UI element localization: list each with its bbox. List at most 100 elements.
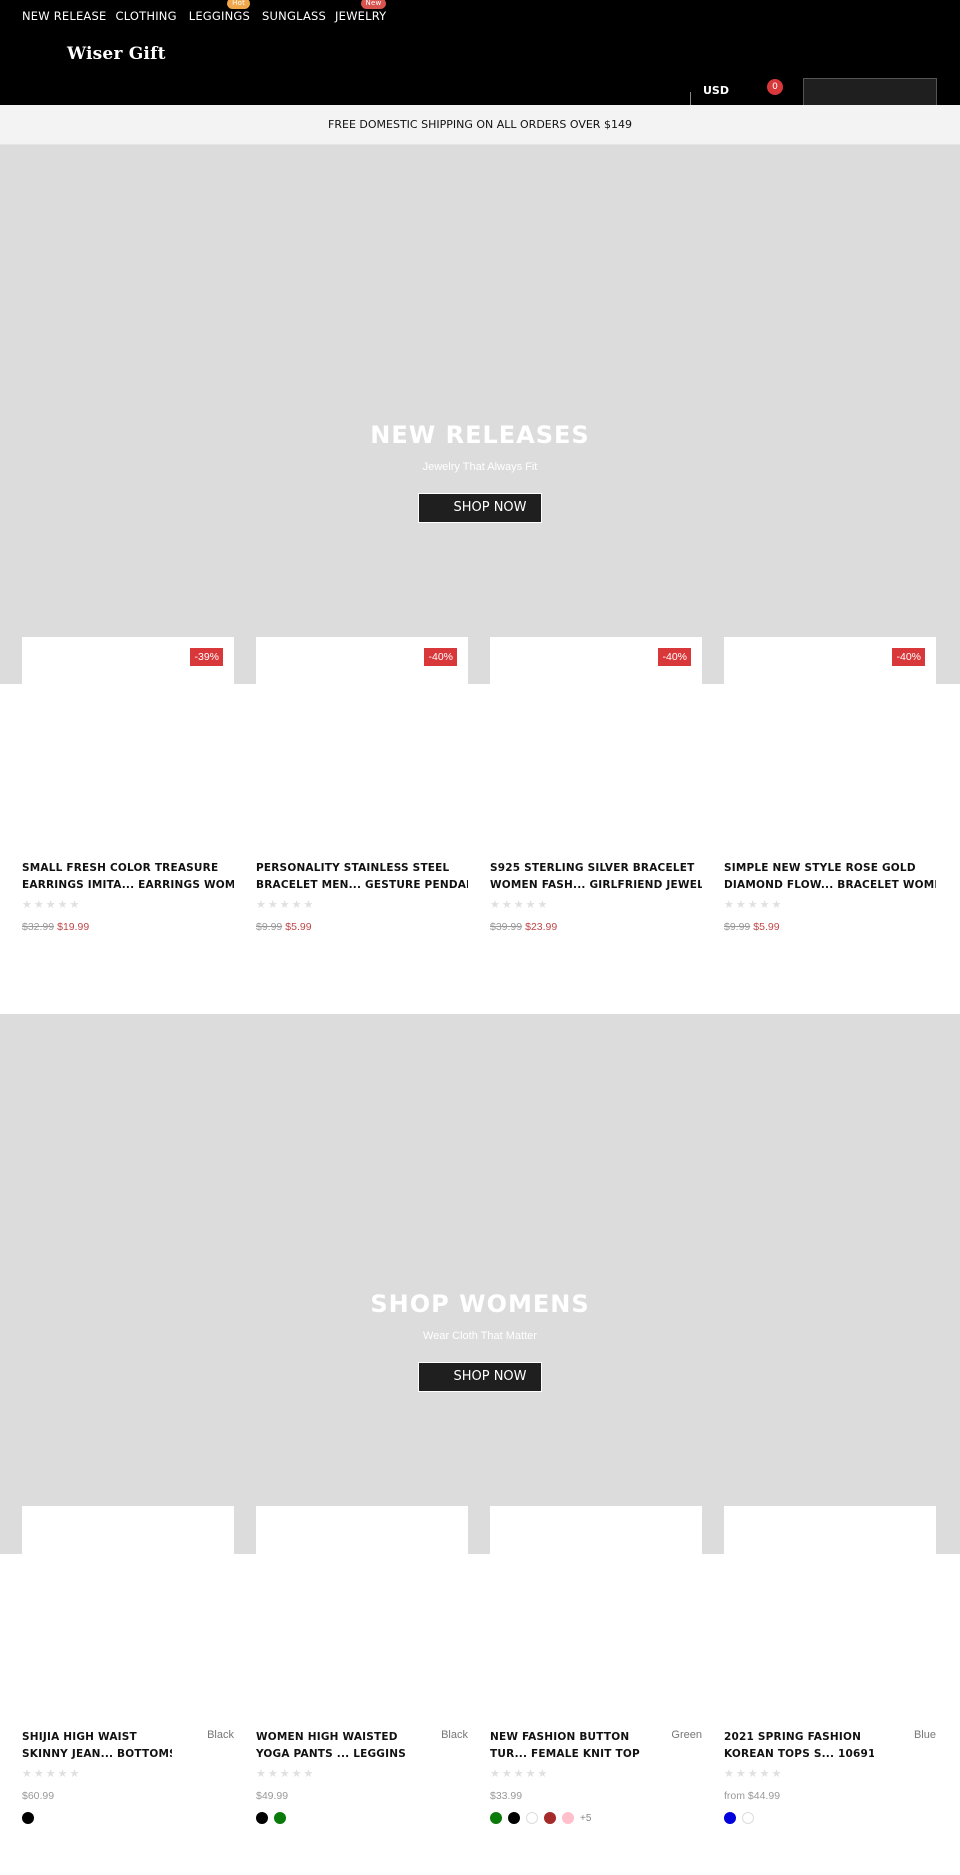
nav-label: NEW RELEASE (22, 9, 107, 23)
hot-badge: Hot (227, 0, 251, 9)
product-title[interactable]: SMALL FRESH COLOR TREASURE EARRINGS IMITA… (22, 860, 234, 894)
shop-now-button[interactable]: SHOP NOW (417, 1361, 543, 1393)
rating-stars: ★★★★★ (490, 1767, 550, 1780)
rating-stars: ★★★★★ (490, 898, 550, 911)
title-line: NEW FASHION BUTTON (490, 1731, 630, 1743)
title-line: DIAMOND FLOW... BRACELET WOMEN (724, 879, 936, 891)
rating-stars: ★★★★★ (724, 1767, 784, 1780)
cart-count-badge[interactable]: 0 (767, 79, 783, 95)
sale-price: $5.99 (753, 921, 780, 933)
color-swatch[interactable] (544, 1812, 556, 1824)
product-card[interactable]: WOMEN HIGH WAISTED YOGA PANTS ... LEGGINS… (256, 1506, 468, 1824)
variant-label: Black (207, 1729, 234, 1741)
hero-shop-womens: SHOP WOMENS Wear Cloth That Matter SHOP … (0, 1014, 960, 1554)
product-card[interactable]: -40% PERSONALITY STAINLESS STEEL BRACELET… (256, 637, 468, 933)
title-line: TUR... FEMALE KNIT TOPS (490, 1748, 640, 1760)
product-title[interactable]: S925 STERLING SILVER BRACELET WOMEN FASH.… (490, 860, 702, 894)
discount-badge: -39% (190, 648, 223, 666)
hero-title: SHOP WOMENS (370, 1290, 590, 1318)
title-line: KOREAN TOPS S... 10691 (724, 1748, 874, 1760)
product-price: $9.99 $5.99 (256, 921, 468, 933)
hero-subtitle: Jewelry That Always Fit (422, 461, 538, 473)
color-swatch[interactable] (526, 1812, 538, 1824)
regular-price: $49.99 (256, 1790, 289, 1802)
product-title[interactable]: NEW FASHION BUTTON TUR... FEMALE KNIT TOP… (490, 1729, 640, 1763)
announcement-bar: FREE DOMESTIC SHIPPING ON ALL ORDERS OVE… (0, 105, 960, 145)
regular-price: $33.99 (490, 1790, 523, 1802)
color-swatches (22, 1812, 234, 1824)
variant-label: Blue (913, 1729, 936, 1741)
product-card[interactable]: SHIJIA HIGH WAIST SKINNY JEAN... BOTTOMS … (22, 1506, 234, 1824)
nav-item-sunglass[interactable]: SUNGLASS (262, 9, 326, 23)
color-swatch[interactable] (562, 1812, 574, 1824)
product-image[interactable] (490, 1506, 702, 1721)
product-image[interactable]: -40% (256, 637, 468, 852)
new-badge: New (360, 0, 387, 9)
product-card[interactable]: -40% SIMPLE NEW STYLE ROSE GOLD DIAMOND F… (724, 637, 936, 933)
color-swatches (724, 1812, 936, 1824)
product-price: $9.99 $5.99 (724, 921, 936, 933)
original-price: $32.99 (22, 921, 55, 933)
title-line: BRACELET MEN... GESTURE PENDANT (256, 879, 468, 891)
nav-item-new-release[interactable]: NEW RELEASE (22, 9, 106, 23)
product-price: from $44.99 (724, 1790, 936, 1802)
color-swatches (256, 1812, 468, 1824)
hero-new-releases: NEW RELEASES Jewelry That Always Fit SHO… (0, 145, 960, 684)
shop-now-button[interactable]: SHOP NOW (417, 492, 543, 524)
product-title[interactable]: SIMPLE NEW STYLE ROSE GOLD DIAMOND FLOW..… (724, 860, 936, 894)
nav-item-jewelry[interactable]: JEWELRY New (335, 0, 387, 23)
product-image[interactable] (256, 1506, 468, 1721)
hero-title: NEW RELEASES (370, 421, 590, 449)
discount-badge: -40% (892, 648, 925, 666)
color-swatch[interactable] (508, 1812, 520, 1824)
color-swatch[interactable] (724, 1812, 736, 1824)
product-price: $32.99 $19.99 (22, 921, 234, 933)
sale-price: $5.99 (285, 921, 312, 933)
color-swatch[interactable] (274, 1812, 286, 1824)
color-swatch[interactable] (490, 1812, 502, 1824)
discount-badge: -40% (424, 648, 457, 666)
title-line: 2021 SPRING FASHION (724, 1731, 862, 1743)
product-title[interactable]: 2021 SPRING FASHION KOREAN TOPS S... 1069… (724, 1729, 874, 1763)
title-line: WOMEN HIGH WAISTED (256, 1731, 398, 1743)
currency-selector[interactable]: USD (703, 84, 729, 97)
product-image[interactable]: -40% (490, 637, 702, 852)
original-price: $9.99 (724, 921, 751, 933)
more-colors-link[interactable]: +5 (580, 1813, 591, 1824)
nav-item-clothing[interactable]: CLOTHING (115, 9, 176, 23)
product-card[interactable]: -39% SMALL FRESH COLOR TREASURE EARRINGS … (22, 637, 234, 933)
site-logo[interactable]: Wiser Gift (67, 44, 166, 64)
discount-badge: -40% (658, 648, 691, 666)
product-title[interactable]: SHIJIA HIGH WAIST SKINNY JEAN... BOTTOMS (22, 1729, 172, 1763)
color-swatch[interactable] (256, 1812, 268, 1824)
product-card[interactable]: 2021 SPRING FASHION KOREAN TOPS S... 1069… (724, 1506, 936, 1824)
title-line: EARRINGS IMITA... EARRINGS WOMEN (22, 879, 234, 891)
nav-item-leggings[interactable]: LEGGINGS Hot (188, 0, 251, 23)
product-price: $49.99 (256, 1790, 468, 1802)
title-line: SHIJIA HIGH WAIST (22, 1731, 137, 1743)
nav-label: JEWELRY (335, 9, 387, 23)
nav-label: CLOTHING (115, 9, 177, 23)
product-price: $60.99 (22, 1790, 234, 1802)
product-image[interactable] (724, 1506, 936, 1721)
product-image[interactable]: -39% (22, 637, 234, 852)
rating-stars: ★★★★★ (22, 898, 82, 911)
product-card[interactable]: NEW FASHION BUTTON TUR... FEMALE KNIT TOP… (490, 1506, 702, 1824)
title-line: YOGA PANTS ... LEGGINS (256, 1748, 406, 1760)
hero-subtitle: Wear Cloth That Matter (423, 1330, 537, 1342)
product-image[interactable]: -40% (724, 637, 936, 852)
color-swatch[interactable] (742, 1812, 754, 1824)
header-divider (690, 92, 691, 105)
original-price: $39.99 (490, 921, 523, 933)
variant-label: Black (441, 1729, 468, 1741)
product-card[interactable]: -40% S925 STERLING SILVER BRACELET WOMEN … (490, 637, 702, 933)
color-swatch[interactable] (22, 1812, 34, 1824)
original-price: $9.99 (256, 921, 283, 933)
main-nav: NEW RELEASE CLOTHING LEGGINGS Hot SUNGLAS… (22, 0, 395, 23)
color-swatches: +5 (490, 1812, 702, 1824)
product-title[interactable]: PERSONALITY STAINLESS STEEL BRACELET MEN.… (256, 860, 468, 894)
product-title[interactable]: WOMEN HIGH WAISTED YOGA PANTS ... LEGGINS (256, 1729, 406, 1763)
product-image[interactable] (22, 1506, 234, 1721)
variant-label: Green (671, 1729, 702, 1741)
nav-label: LEGGINGS (188, 9, 251, 23)
